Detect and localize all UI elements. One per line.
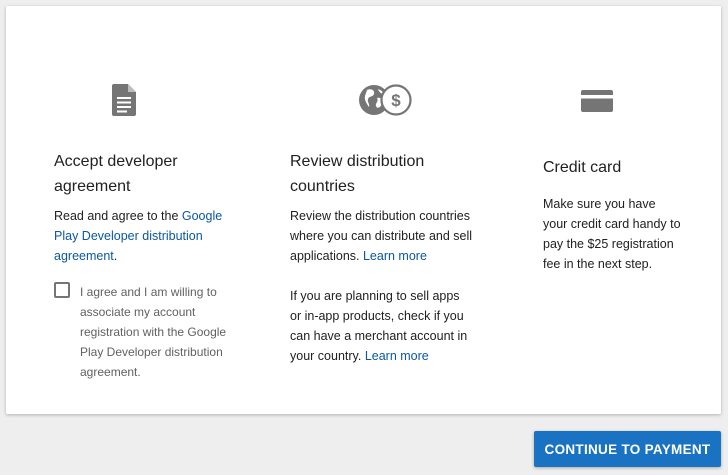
agreement-text-end: . <box>113 249 118 263</box>
agreement-text: Read and agree to the <box>54 209 182 223</box>
credit-card-title: Credit card <box>543 159 622 176</box>
credit-card-icon <box>581 90 613 112</box>
distribution-description: Review the distribution countries where … <box>290 206 485 266</box>
learn-more-link-1[interactable]: Learn more <box>363 249 427 263</box>
agreement-title: Accept developer agreement <box>54 153 178 195</box>
distribution-title: Review distribution countries <box>290 153 425 195</box>
learn-more-link-2[interactable]: Learn more <box>365 349 429 363</box>
agree-checkbox-label[interactable]: I agree and I am willing to associate my… <box>80 282 250 382</box>
merchant-description: If you are planning to sell apps or in-a… <box>290 286 470 366</box>
registration-card: Accept developer agreement Read and agre… <box>6 6 721 414</box>
agreement-description: Read and agree to the Google Play Develo… <box>54 206 234 266</box>
continue-to-payment-button[interactable]: CONTINUE TO PAYMENT <box>534 431 721 467</box>
credit-card-description: Make sure you have your credit card hand… <box>543 197 681 271</box>
document-icon <box>112 84 136 116</box>
agree-checkbox[interactable] <box>54 282 70 298</box>
svg-text:$: $ <box>391 91 401 110</box>
globe-dollar-icon: $ <box>359 84 412 116</box>
